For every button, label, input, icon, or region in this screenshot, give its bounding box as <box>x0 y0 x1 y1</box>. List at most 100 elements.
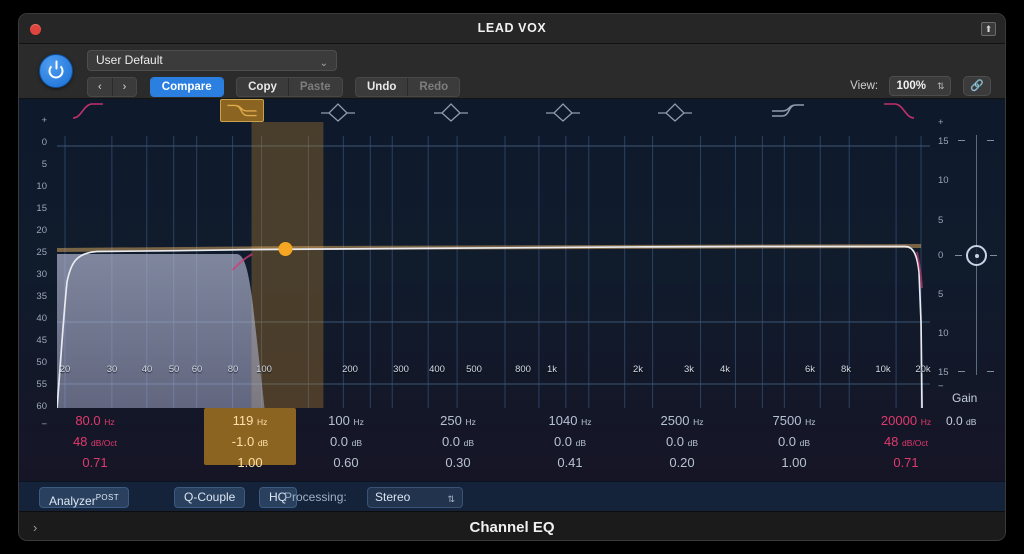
view-label: View: <box>850 80 879 92</box>
freq-tick: 200 <box>342 364 358 375</box>
band-params-1[interactable]: 80.0 Hz 48 dB/Oct 0.71 <box>49 408 141 470</box>
gain-slider-scale: + 15 10 5 0 5 10 15 − Gain 0.0 dB <box>930 117 1005 428</box>
band-q[interactable]: 1.00 <box>204 453 296 472</box>
gain-label: Gain <box>952 391 978 405</box>
band-params-2[interactable]: 119 Hz -1.0 dB 1.00 <box>204 408 296 470</box>
band-gain[interactable]: 0.0 dB <box>748 432 840 453</box>
band-q[interactable]: 0.60 <box>300 453 392 472</box>
freq-tick: 10k <box>875 364 891 375</box>
band-gain-unit: dB <box>575 438 587 448</box>
prev-preset-button[interactable]: ‹ <box>88 78 113 96</box>
band-frequency[interactable]: 80.0 Hz <box>49 411 141 432</box>
band-frequency[interactable]: 100 Hz <box>300 411 392 432</box>
band-gain-value: 0.0 <box>665 434 685 449</box>
band-icon-bell-4[interactable] <box>653 99 697 122</box>
band-params-4[interactable]: 250 Hz 0.0 dB 0.30 <box>412 408 504 470</box>
scale-tick: 10 <box>36 181 47 192</box>
q-couple-button[interactable]: Q-Couple <box>174 487 246 508</box>
preset-value: User Default <box>96 53 163 67</box>
band-frequency[interactable]: 2500 Hz <box>636 411 728 432</box>
analyzer-label: Analyzer <box>49 494 96 508</box>
processing-value: Stereo <box>375 490 411 504</box>
processing-select[interactable]: Stereo ⇅ <box>367 487 463 508</box>
undo-button[interactable]: Undo <box>356 78 409 96</box>
band-icon-lowpass[interactable] <box>878 99 922 122</box>
compare-button[interactable]: Compare <box>150 78 223 96</box>
band-frequency[interactable]: 119 Hz <box>204 411 296 432</box>
band-gain[interactable]: 0.0 dB <box>300 432 392 453</box>
band-gain[interactable]: -1.0 dB <box>204 432 296 453</box>
copy-button[interactable]: Copy <box>237 78 289 96</box>
gain-slider-knob[interactable] <box>966 245 987 266</box>
processing-label: Processing: <box>284 490 347 504</box>
chevron-down-icon: ⌄ <box>319 58 328 69</box>
band-icon-bell-3[interactable] <box>541 99 585 122</box>
band-frequency[interactable]: 7500 Hz <box>748 411 840 432</box>
band-gain-value: 48 <box>72 434 88 449</box>
gain-tick: − <box>938 381 944 392</box>
band-frequency-value: 2500 <box>660 413 690 428</box>
footer-bar: › Channel EQ <box>19 511 1005 540</box>
band-icon-bell-2[interactable] <box>429 99 473 122</box>
power-button[interactable] <box>39 54 73 88</box>
gain-value-unit: dB <box>966 417 977 427</box>
band-frequency-unit: Hz <box>920 417 932 427</box>
band-frequency-value: 100 <box>328 413 350 428</box>
band-icon-high-shelf[interactable] <box>766 99 810 122</box>
scale-tick: 30 <box>36 269 47 280</box>
expand-icon[interactable]: ⬆ <box>981 22 996 36</box>
band-icon-low-shelf[interactable] <box>220 99 264 122</box>
toolbar-button-row: ‹ › Compare Copy Paste Undo Redo <box>87 77 468 97</box>
band-icon-bell-1[interactable] <box>316 99 360 122</box>
band-params-3[interactable]: 100 Hz 0.0 dB 0.60 <box>300 408 392 470</box>
band-gain[interactable]: 48 dB/Oct <box>860 432 952 453</box>
freq-tick: 60 <box>191 364 203 375</box>
band-params-6[interactable]: 2500 Hz 0.0 dB 0.20 <box>636 408 728 470</box>
band-q[interactable]: 0.41 <box>524 453 616 472</box>
freq-tick: 100 <box>256 364 272 375</box>
band-q[interactable]: 0.71 <box>860 453 952 472</box>
gain-tick: 15 <box>938 136 949 147</box>
copy-paste-group: Copy Paste <box>236 77 343 97</box>
redo-button[interactable]: Redo <box>408 78 460 96</box>
band-frequency-unit: Hz <box>256 417 268 427</box>
compare-button-group: Compare <box>149 77 224 97</box>
stepper-updown-icon: ⇅ <box>937 81 945 91</box>
plugin-window: LEAD VOX ⬆ User Default ⌄ ‹ › Compare Co… <box>18 13 1006 541</box>
band-q[interactable]: 0.71 <box>49 453 141 472</box>
paste-button[interactable]: Paste <box>288 78 342 96</box>
band-gain-unit: dB <box>687 438 699 448</box>
band-gain[interactable]: 48 dB/Oct <box>49 432 141 453</box>
band-params-8[interactable]: 20000 Hz 48 dB/Oct 0.71 <box>860 408 952 470</box>
band-params-7[interactable]: 7500 Hz 0.0 dB 1.00 <box>748 408 840 470</box>
preset-select[interactable]: User Default ⌄ <box>87 50 337 71</box>
scale-tick: 20 <box>36 225 47 236</box>
scale-tick: 40 <box>36 313 47 324</box>
band-gain[interactable]: 0.0 dB <box>636 432 728 453</box>
gain-tick: 5 <box>938 289 944 300</box>
band-gain[interactable]: 0.0 dB <box>412 432 504 453</box>
band-q[interactable]: 0.20 <box>636 453 728 472</box>
view-zoom-stepper[interactable]: 100% ⇅ <box>888 76 951 96</box>
band-gain-value: 48 <box>883 434 899 449</box>
band-frequency[interactable]: 250 Hz <box>412 411 504 432</box>
band-icon-highpass[interactable] <box>65 99 109 122</box>
freq-tick: 8k <box>840 364 852 375</box>
band-q[interactable]: 1.00 <box>748 453 840 472</box>
link-icon[interactable]: 🔗 <box>963 76 991 96</box>
freq-tick: 3k <box>683 364 695 375</box>
gain-tick: 10 <box>938 328 949 339</box>
scale-tick: 25 <box>36 247 47 258</box>
band-frequency-unit: Hz <box>581 417 592 427</box>
view-controls: View: 100% ⇅ 🔗 <box>850 76 991 98</box>
band-frequency[interactable]: 1040 Hz <box>524 411 616 432</box>
analyzer-button[interactable]: AnalyzerPOST <box>39 487 130 508</box>
freq-tick: 400 <box>429 364 445 375</box>
band-q[interactable]: 0.30 <box>412 453 504 472</box>
band-frequency[interactable]: 20000 Hz <box>860 411 952 432</box>
gain-tick-mark <box>955 255 962 256</box>
band-gain[interactable]: 0.0 dB <box>524 432 616 453</box>
next-preset-button[interactable]: › <box>112 78 137 96</box>
band-params-5[interactable]: 1040 Hz 0.0 dB 0.41 <box>524 408 616 470</box>
eq-display[interactable]: + 0 5 10 15 20 25 30 35 40 45 50 55 60 − <box>19 99 1005 481</box>
